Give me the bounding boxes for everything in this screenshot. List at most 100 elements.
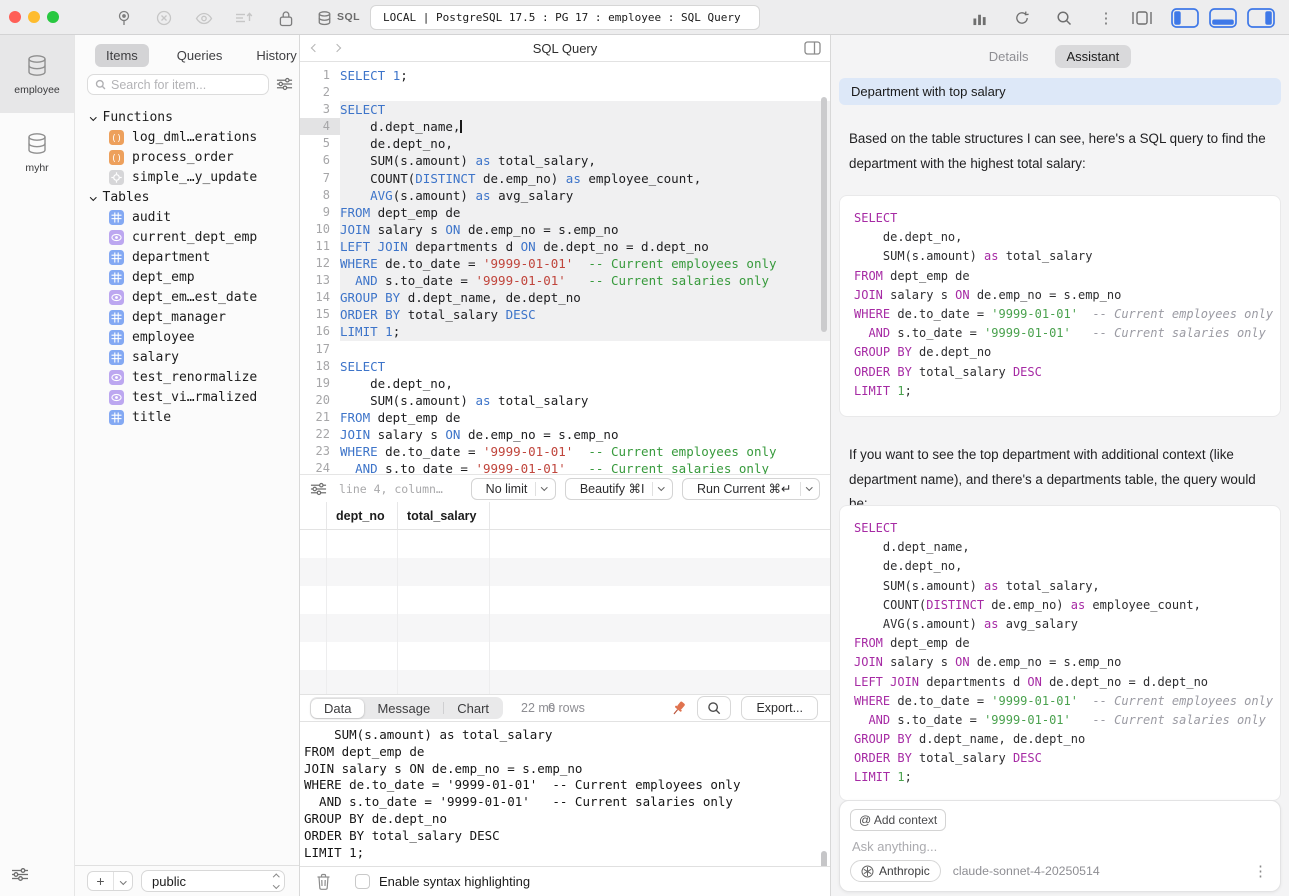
center-window-icon[interactable] xyxy=(1130,9,1154,27)
code-line[interactable]: 23WHERE de.to_date = '9999-01-01' -- Cur… xyxy=(300,443,830,460)
column-header-total-salary[interactable]: total_salary xyxy=(398,502,490,529)
editor-settings-icon[interactable] xyxy=(310,482,327,496)
schema-select[interactable]: public xyxy=(141,870,285,892)
nav-back-icon[interactable] xyxy=(304,45,326,51)
column-header-dept-no[interactable]: dept_no xyxy=(327,502,398,529)
connection-employee[interactable]: employee xyxy=(0,35,74,113)
sidebar-item-simple-y-update[interactable]: simple_…y_update xyxy=(75,167,299,187)
run-current-button[interactable]: Run Current ⌘↵ xyxy=(682,478,820,500)
sidebar-item-current-dept-emp[interactable]: current_dept_emp xyxy=(75,227,299,247)
message-log[interactable]: SUM(s.amount) as total_salaryFROM dept_e… xyxy=(300,722,830,866)
table-row[interactable] xyxy=(300,530,830,558)
code-line[interactable]: 15ORDER BY total_salary DESC xyxy=(300,306,830,323)
code-line[interactable]: 6 SUM(s.amount) as total_salary, xyxy=(300,152,830,169)
preview-eye-icon[interactable] xyxy=(192,9,216,27)
tab-assistant[interactable]: Assistant xyxy=(1055,45,1132,68)
ask-input[interactable]: Ask anything... xyxy=(852,839,937,854)
code-line[interactable]: 17 xyxy=(300,341,830,358)
tab-details[interactable]: Details xyxy=(989,49,1029,64)
code-line[interactable]: 19 de.dept_no, xyxy=(300,375,830,392)
database-icon[interactable] xyxy=(312,9,336,27)
window-title[interactable]: LOCAL | PostgreSQL 17.5 : PG 17 : employ… xyxy=(370,5,760,30)
chart-icon[interactable] xyxy=(968,9,992,27)
sidebar-item-test-vi-rmalized[interactable]: test_vi…rmalized xyxy=(75,387,299,407)
tree-section-tables[interactable]: Tables xyxy=(75,187,299,207)
export-button[interactable]: Export... xyxy=(741,696,818,720)
sidebar-item-dept-em-est-date[interactable]: dept_em…est_date xyxy=(75,287,299,307)
toggle-right-panel-button[interactable] xyxy=(1246,9,1276,27)
assistant-options-icon[interactable]: ⋮ xyxy=(1253,864,1268,879)
code-line[interactable]: 22JOIN salary s ON de.emp_no = s.emp_no xyxy=(300,426,830,443)
code-line[interactable]: 16LIMIT 1; xyxy=(300,323,830,340)
code-line[interactable]: 10JOIN salary s ON de.emp_no = s.emp_no xyxy=(300,221,830,238)
code-line[interactable]: 18SELECT xyxy=(300,358,830,375)
sidebar-item-dept-emp[interactable]: dept_emp xyxy=(75,267,299,287)
tab-chart[interactable]: Chart xyxy=(444,699,502,718)
disconnect-icon[interactable] xyxy=(152,9,176,27)
code-line[interactable]: 2 xyxy=(300,84,830,101)
table-row[interactable] xyxy=(300,642,830,670)
more-options-icon[interactable]: ⋮ xyxy=(1094,9,1118,27)
code-line[interactable]: 14GROUP BY d.dept_name, de.dept_no xyxy=(300,289,830,306)
connection-myhr[interactable]: myhr xyxy=(0,113,74,191)
commit-log-icon[interactable] xyxy=(232,9,256,27)
conversation-title[interactable]: Department with top salary xyxy=(839,78,1281,105)
lock-icon[interactable] xyxy=(274,9,298,27)
code-line[interactable]: 24 AND s.to_date = '9999-01-01' -- Curre… xyxy=(300,460,830,474)
tree-section-functions[interactable]: Functions xyxy=(75,107,299,127)
code-line[interactable]: 5 de.dept_no, xyxy=(300,135,830,152)
connection-pin-icon[interactable] xyxy=(112,9,136,27)
syntax-highlighting-checkbox[interactable] xyxy=(355,874,370,889)
sidebar-item-audit[interactable]: audit xyxy=(75,207,299,227)
beautify-button[interactable]: Beautify ⌘I xyxy=(565,478,673,500)
search-input[interactable]: Search for item... xyxy=(87,74,269,95)
close-window-button[interactable] xyxy=(9,11,21,23)
table-row[interactable] xyxy=(300,586,830,614)
code-line[interactable]: 12WHERE de.to_date = '9999-01-01' -- Cur… xyxy=(300,255,830,272)
limit-select[interactable]: No limit xyxy=(471,478,556,500)
table-row[interactable] xyxy=(300,670,830,694)
sql-code-editor[interactable]: 1SELECT 1;23SELECT4 d.dept_name,5 de.dep… xyxy=(300,62,830,474)
search-results-button[interactable] xyxy=(697,696,731,720)
sidebar-filter-icon[interactable] xyxy=(276,77,293,96)
sidebar-item-salary[interactable]: salary xyxy=(75,347,299,367)
code-line[interactable]: 7 COUNT(DISTINCT de.emp_no) as employee_… xyxy=(300,170,830,187)
provider-select[interactable]: Anthropic xyxy=(850,860,941,882)
refresh-icon[interactable] xyxy=(1010,9,1034,27)
zoom-window-button[interactable] xyxy=(47,11,59,23)
toggle-bottom-panel-button[interactable] xyxy=(1208,9,1238,27)
sidebar-item-employee[interactable]: employee xyxy=(75,327,299,347)
tab-data[interactable]: Data xyxy=(311,699,364,718)
code-line[interactable]: 3SELECT xyxy=(300,101,830,118)
code-line[interactable]: 4 d.dept_name, xyxy=(300,118,830,135)
sidebar-item-process-order[interactable]: ()process_order xyxy=(75,147,299,167)
tab-message[interactable]: Message xyxy=(364,699,443,718)
code-line[interactable]: 13 AND s.to_date = '9999-01-01' -- Curre… xyxy=(300,272,830,289)
sidebar-item-title[interactable]: title xyxy=(75,407,299,427)
trash-icon[interactable] xyxy=(316,873,331,890)
tab-history[interactable]: History xyxy=(250,44,302,67)
nav-forward-icon[interactable] xyxy=(326,45,348,51)
table-row[interactable] xyxy=(300,558,830,586)
table-row[interactable] xyxy=(300,614,830,642)
search-icon[interactable] xyxy=(1052,9,1076,27)
add-context-button[interactable]: @ Add context xyxy=(850,809,946,831)
dock-settings-icon[interactable] xyxy=(11,867,29,887)
code-line[interactable]: 21FROM dept_emp de xyxy=(300,409,830,426)
sidebar-item-log-dml-erations[interactable]: ()log_dml…erations xyxy=(75,127,299,147)
pin-icon[interactable] xyxy=(670,700,687,717)
editor-scrollbar[interactable] xyxy=(821,97,827,332)
code-line[interactable]: 20 SUM(s.amount) as total_salary xyxy=(300,392,830,409)
split-view-icon[interactable] xyxy=(804,41,821,60)
tab-queries[interactable]: Queries xyxy=(171,44,229,67)
sidebar-item-dept-manager[interactable]: dept_manager xyxy=(75,307,299,327)
code-line[interactable]: 11LEFT JOIN departments d ON de.dept_no … xyxy=(300,238,830,255)
sidebar-item-department[interactable]: department xyxy=(75,247,299,267)
sidebar-item-test-renormalize[interactable]: test_renormalize xyxy=(75,367,299,387)
tab-items[interactable]: Items xyxy=(95,44,149,67)
toggle-left-panel-button[interactable] xyxy=(1170,9,1200,27)
code-line[interactable]: 1SELECT 1; xyxy=(300,67,830,84)
add-item-button[interactable]: + xyxy=(87,871,133,891)
code-line[interactable]: 8 AVG(s.amount) as avg_salary xyxy=(300,187,830,204)
code-line[interactable]: 9FROM dept_emp de xyxy=(300,204,830,221)
